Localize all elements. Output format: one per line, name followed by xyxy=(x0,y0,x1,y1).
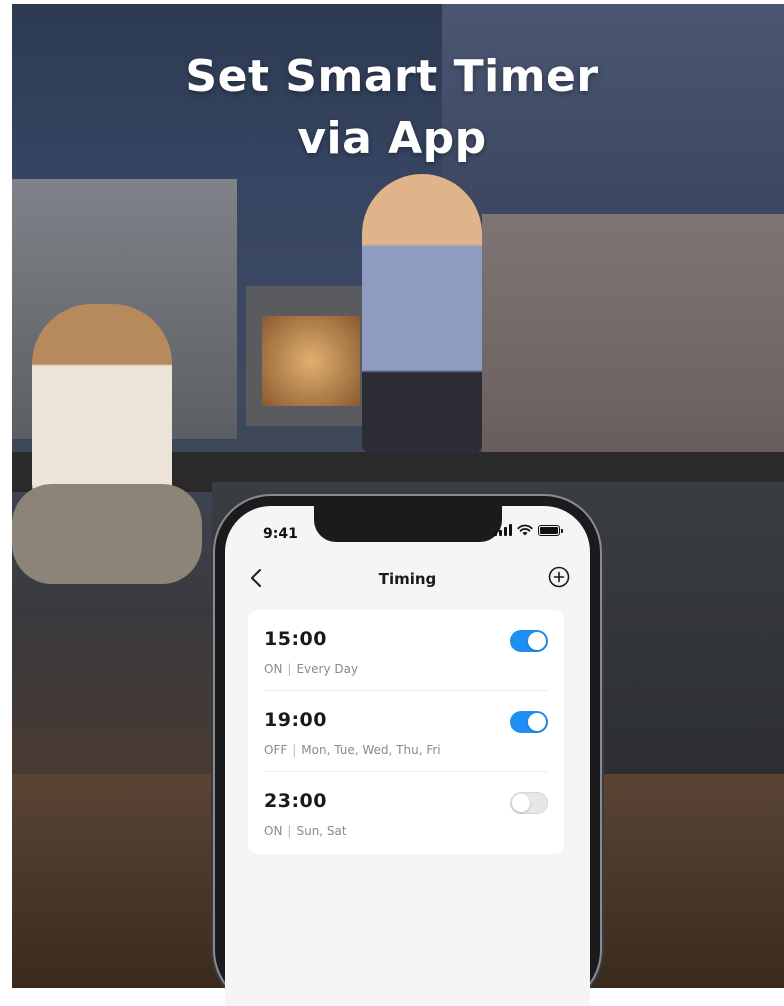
plus-circle-icon[interactable] xyxy=(546,564,572,590)
timer-time: 19:00 xyxy=(264,709,327,731)
signal-icon xyxy=(494,524,512,536)
wifi-icon xyxy=(517,524,533,536)
status-time: 9:41 xyxy=(263,526,298,542)
woman-figure xyxy=(362,174,482,454)
timer-action: OFF xyxy=(264,743,288,757)
toggle-knob xyxy=(512,794,530,812)
phone-mockup: 9:41 Timing 15:00 ON | Every Day 19:00 O… xyxy=(215,496,600,1006)
timer-toggle[interactable] xyxy=(510,630,548,652)
oven-window xyxy=(262,316,360,406)
timer-time: 23:00 xyxy=(264,790,327,812)
battery-icon xyxy=(538,524,563,536)
phone-notch xyxy=(314,506,502,542)
timer-action: ON xyxy=(264,662,283,676)
timer-toggle[interactable] xyxy=(510,711,548,733)
timer-days: Every Day xyxy=(296,662,359,676)
timer-action: ON xyxy=(264,824,283,838)
toggle-knob xyxy=(528,632,546,650)
timer-separator: | xyxy=(287,824,292,838)
chair xyxy=(12,484,202,584)
timer-list: 15:00 ON | Every Day 19:00 OFF | Mon, Tue, W… xyxy=(248,610,564,854)
timer-meta: ON | Every Day xyxy=(264,662,358,676)
status-icons xyxy=(494,524,563,536)
timer-row[interactable]: 15:00 ON | Every Day xyxy=(248,610,564,691)
nav-bar: Timing xyxy=(225,558,590,598)
headline-line-2: via App xyxy=(297,113,487,164)
timer-days: Mon, Tue, Wed, Thu, Fri xyxy=(301,743,441,757)
toggle-knob xyxy=(528,713,546,731)
timer-days: Sun, Sat xyxy=(296,824,347,838)
timer-time: 15:00 xyxy=(264,628,327,650)
backsplash-wall xyxy=(482,214,784,464)
timer-meta: OFF | Mon, Tue, Wed, Thu, Fri xyxy=(264,743,441,757)
timer-row[interactable]: 23:00 ON | Sun, Sat xyxy=(248,772,564,853)
headline-line-1: Set Smart Timer xyxy=(185,51,599,102)
timer-meta: ON | Sun, Sat xyxy=(264,824,347,838)
girl-figure xyxy=(32,304,172,504)
timer-separator: | xyxy=(287,662,292,676)
timer-toggle[interactable] xyxy=(510,792,548,814)
phone-screen: 9:41 Timing 15:00 ON | Every Day 19:00 O… xyxy=(225,506,590,1006)
page-title: Timing xyxy=(378,570,437,588)
timer-row[interactable]: 19:00 OFF | Mon, Tue, Wed, Thu, Fri xyxy=(248,691,564,772)
timer-separator: | xyxy=(292,743,297,757)
